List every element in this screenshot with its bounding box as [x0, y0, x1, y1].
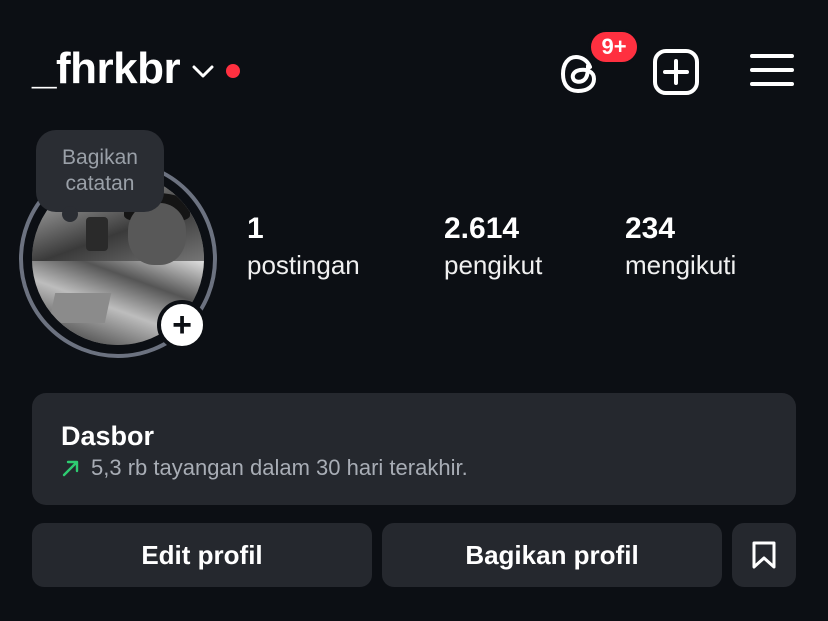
avatar-laptop [48, 293, 112, 323]
plus-square-icon[interactable] [652, 48, 700, 96]
edit-profile-button[interactable]: Edit profil [32, 523, 372, 587]
notification-dot [226, 64, 241, 78]
arrow-up-right-icon [61, 458, 81, 478]
share-profile-button[interactable]: Bagikan profil [382, 523, 722, 587]
avatar-phone [86, 217, 108, 251]
stat-following[interactable]: 234 mengikuti [625, 212, 736, 282]
posts-label: postingan [247, 250, 360, 280]
account-switcher[interactable]: _fhrkbr [32, 44, 241, 94]
bookmark-icon [751, 540, 777, 570]
add-story-button[interactable]: + [157, 300, 207, 350]
following-count: 234 [625, 212, 676, 245]
note-bubble[interactable]: Bagikan catatan [36, 130, 164, 212]
stat-posts[interactable]: 1 postingan [247, 212, 360, 282]
followers-label: pengikut [444, 250, 543, 280]
saved-button[interactable] [732, 523, 796, 587]
professional-dashboard-card[interactable]: Dasbor 5,3 rb tayangan dalam 30 hari ter… [32, 393, 796, 505]
username[interactable]: _fhrkbr [32, 44, 181, 94]
note-bubble-tail [62, 206, 78, 222]
stat-followers[interactable]: 2.614 pengikut [444, 212, 542, 282]
hamburger-menu-icon[interactable] [748, 50, 796, 94]
profile-header: _fhrkbr 9+ [0, 0, 828, 140]
chevron-down-icon[interactable] [192, 65, 214, 79]
note-line-2: catatan [65, 172, 135, 195]
dashboard-subtitle-row: 5,3 rb tayangan dalam 30 hari terakhir. [61, 455, 468, 481]
notification-badge: 9+ [588, 29, 640, 65]
following-label: mengikuti [625, 250, 737, 280]
avatar-face [128, 203, 186, 265]
note-line-1: Bagikan [62, 146, 138, 169]
dashboard-title: Dasbor [61, 421, 155, 451]
dashboard-subtitle: 5,3 rb tayangan dalam 30 hari terakhir. [91, 455, 468, 480]
posts-count: 1 [247, 212, 264, 245]
followers-count: 2.614 [444, 212, 520, 245]
